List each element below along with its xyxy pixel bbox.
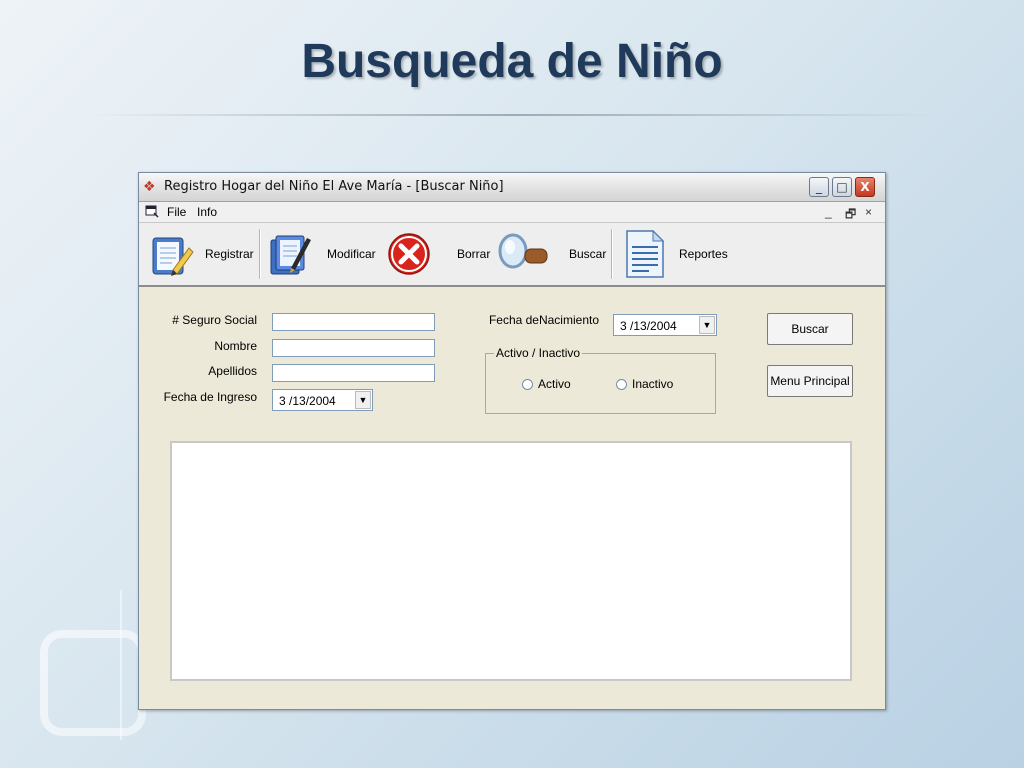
dropdown-arrow-icon[interactable]: ▼ — [355, 391, 371, 409]
inactivo-label[interactable]: Inactivo — [632, 377, 673, 391]
reportes-button[interactable]: Reportes — [619, 223, 739, 285]
results-grid[interactable] — [170, 441, 852, 681]
apellidos-label: Apellidos — [208, 364, 257, 378]
buscar-toolbar-button[interactable]: Buscar — [495, 223, 607, 285]
close-button[interactable]: X — [855, 177, 875, 197]
window-titlebar[interactable]: ❖ Registro Hogar del Niño El Ave María -… — [139, 173, 885, 202]
estado-legend: Activo / Inactivo — [494, 346, 583, 360]
fecha-ingreso-picker[interactable]: 3 /13/2004 ▼ — [272, 389, 373, 411]
inactivo-radio[interactable] — [616, 379, 627, 390]
fecha-ingreso-label: Fecha de Ingreso — [163, 390, 257, 404]
menu-info[interactable]: Info — [197, 205, 217, 219]
fecha-nacimiento-value: 3 /13/2004 — [620, 319, 677, 333]
activo-label[interactable]: Activo — [538, 377, 571, 391]
decorative-square — [40, 630, 146, 736]
reportes-label: Reportes — [679, 247, 728, 261]
toolbar-separator — [259, 229, 261, 279]
apellidos-input[interactable] — [272, 364, 435, 382]
nombre-label: Nombre — [214, 339, 257, 353]
seguro-social-label: # Seguro Social — [172, 313, 257, 327]
buscar-button[interactable]: Buscar — [767, 313, 853, 345]
registrar-label: Registrar — [205, 247, 254, 261]
edit-document-icon — [270, 235, 311, 275]
toolbar-separator — [611, 229, 613, 279]
menu-file[interactable]: File — [167, 205, 186, 219]
mdi-close-button[interactable]: × — [865, 205, 872, 219]
notepad-pencil-icon — [152, 237, 194, 276]
mdi-minimize-button[interactable]: _ — [825, 205, 832, 219]
title-divider — [90, 114, 940, 116]
modificar-button[interactable]: Modificar — [265, 223, 383, 285]
modificar-label: Modificar — [327, 247, 376, 261]
toolbar: Registrar Modificar Borrar Buscar Report… — [139, 223, 885, 287]
minimize-button[interactable]: _ — [809, 177, 829, 197]
nombre-input[interactable] — [272, 339, 435, 357]
borrar-label: Borrar — [457, 247, 491, 261]
decorative-line — [120, 590, 122, 740]
slide-title: Busqueda de Niño — [301, 35, 723, 88]
app-icon: ❖ — [143, 179, 156, 195]
dropdown-arrow-icon[interactable]: ▼ — [699, 316, 715, 334]
borrar-button[interactable]: Borrar — [385, 223, 491, 285]
window-title: Registro Hogar del Niño El Ave María - [… — [164, 179, 504, 194]
report-document-icon — [626, 229, 665, 278]
mdi-child-icon — [145, 205, 159, 218]
menu-principal-button[interactable]: Menu Principal — [767, 365, 853, 397]
delete-icon — [388, 233, 430, 275]
maximize-button[interactable]: □ — [832, 177, 852, 197]
estado-groupbox: Activo / Inactivo Activo Inactivo — [485, 346, 716, 414]
activo-radio[interactable] — [522, 379, 533, 390]
fecha-ingreso-value: 3 /13/2004 — [279, 394, 336, 408]
seguro-social-input[interactable] — [272, 313, 435, 331]
menu-bar: File Info _ 🗗 × — [139, 202, 885, 223]
app-window: ❖ Registro Hogar del Niño El Ave María -… — [138, 172, 886, 710]
fecha-nacimiento-picker[interactable]: 3 /13/2004 ▼ — [613, 314, 717, 336]
buscar-toolbar-label: Buscar — [569, 247, 607, 261]
registrar-button[interactable]: Registrar — [145, 223, 257, 285]
magnifier-icon — [498, 233, 548, 269]
fecha-nacimiento-label: Fecha deNacimiento — [488, 313, 599, 327]
